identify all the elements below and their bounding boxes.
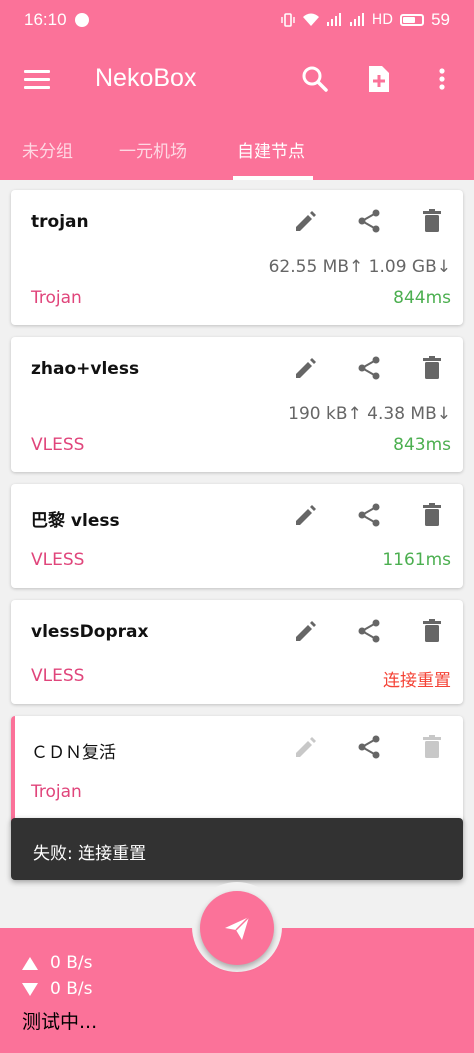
app-bar: NekoBox <box>0 40 474 120</box>
search-icon[interactable] <box>298 62 332 96</box>
profile-name: 巴黎 vless <box>31 511 120 531</box>
profile-type: Trojan <box>31 782 82 802</box>
tab-self-built[interactable]: 自建节点 <box>237 137 305 162</box>
status-time: 16:10 <box>24 10 67 29</box>
profile-name: vlessDoprax <box>31 622 149 642</box>
download-speed-row: 0 B/s <box>22 979 92 999</box>
traffic-stats: 190 kB↑ 4.38 MB↓ <box>288 404 451 424</box>
app-title: NekoBox <box>95 64 197 92</box>
profile-card[interactable]: zhao+vless 190 kB↑ 4.38 MB↓ VLESS 843ms <box>11 337 463 472</box>
edit-icon <box>296 737 316 757</box>
group-tabs: 未分组 一元机场 自建节点 <box>0 120 474 180</box>
latency-error: 连接重置 <box>383 671 451 691</box>
share-icon[interactable] <box>354 206 384 236</box>
delete-icon[interactable] <box>417 500 447 530</box>
network-type: HD <box>371 12 394 28</box>
delete-icon[interactable] <box>417 616 447 646</box>
menu-icon[interactable] <box>24 70 50 90</box>
profile-type: Trojan <box>31 288 82 308</box>
more-vert-icon[interactable] <box>425 62 459 96</box>
latency-value: 843ms <box>393 435 451 455</box>
profile-card[interactable]: trojan 62.55 MB↑ 1.09 GB↓ Trojan 844ms <box>11 190 463 325</box>
latency-value: 844ms <box>393 288 451 308</box>
notification-dot-icon <box>74 13 89 27</box>
tab-indicator <box>233 176 313 180</box>
profile-card[interactable]: vlessDoprax VLESS 连接重置 <box>11 600 463 704</box>
add-file-icon[interactable] <box>362 62 396 96</box>
battery-level: 59 <box>431 10 450 29</box>
delete-icon <box>423 735 441 758</box>
profile-name: trojan <box>31 212 89 232</box>
profile-name: ＣＤＮ复活 <box>31 743 116 763</box>
snackbar: 失败: 连接重置 <box>11 818 463 880</box>
wifi-icon <box>302 13 319 26</box>
delete-icon[interactable] <box>417 206 447 236</box>
edit-icon[interactable] <box>291 500 321 530</box>
connection-status: 测试中... <box>22 1011 98 1033</box>
delete-icon[interactable] <box>417 353 447 383</box>
download-speed: 0 B/s <box>50 979 93 999</box>
share-icon[interactable] <box>354 353 384 383</box>
upload-arrow-icon <box>22 956 38 970</box>
profile-card-selected[interactable]: ＣＤＮ复活 Trojan <box>11 716 463 826</box>
profile-name: zhao+vless <box>31 359 140 379</box>
share-icon[interactable] <box>354 616 384 646</box>
connect-fab[interactable] <box>200 891 274 965</box>
signal-icon <box>326 13 341 26</box>
download-arrow-icon <box>22 982 38 996</box>
vibrate-icon <box>281 13 295 27</box>
status-bar: 16:10 HD 59 <box>0 0 474 40</box>
send-icon <box>225 916 250 940</box>
edit-icon[interactable] <box>291 616 321 646</box>
edit-icon[interactable] <box>291 353 321 383</box>
latency-value: 1161ms <box>382 550 451 570</box>
share-icon[interactable] <box>354 732 384 762</box>
snackbar-message: 失败: 连接重置 <box>33 844 147 864</box>
tab-yiyuan[interactable]: 一元机场 <box>119 137 187 162</box>
upload-speed-row: 0 B/s <box>22 953 92 973</box>
battery-icon <box>400 14 425 26</box>
signal-icon-2 <box>349 13 364 26</box>
status-icons: HD 59 <box>280 10 450 30</box>
profile-type: VLESS <box>31 435 85 455</box>
upload-speed: 0 B/s <box>50 953 93 973</box>
profile-card[interactable]: 巴黎 vless VLESS 1161ms <box>11 484 463 588</box>
share-icon[interactable] <box>354 500 384 530</box>
profile-type: VLESS <box>31 550 85 570</box>
profile-type: VLESS <box>31 666 85 686</box>
traffic-stats: 62.55 MB↑ 1.09 GB↓ <box>268 257 451 277</box>
tab-ungrouped[interactable]: 未分组 <box>22 137 73 162</box>
edit-icon[interactable] <box>291 206 321 236</box>
